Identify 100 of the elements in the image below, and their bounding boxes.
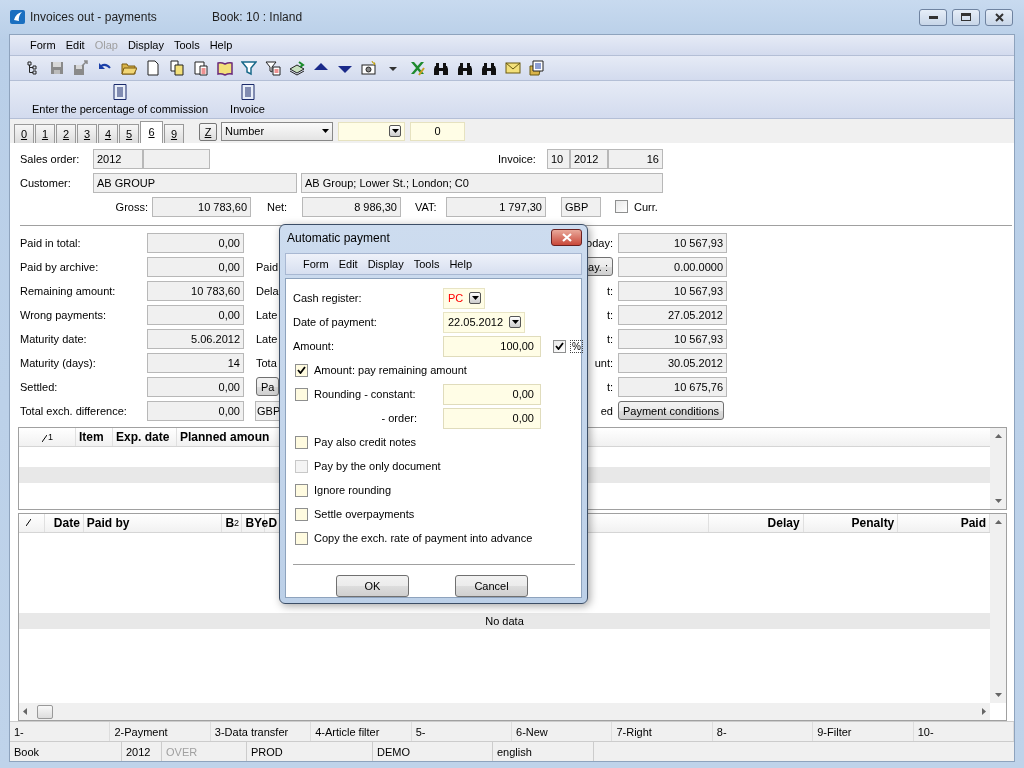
tab[interactable]: 5 [119, 123, 139, 143]
address-field[interactable]: AB Group; Lower St.; London; C0 [301, 172, 663, 193]
spreadsheet-icon[interactable] [409, 59, 425, 76]
checkbox[interactable] [615, 200, 628, 214]
value-field[interactable]: 0,00 [147, 232, 244, 253]
column-header[interactable]: Paid [960, 515, 986, 530]
close-button[interactable] [985, 8, 1013, 26]
currency-field[interactable]: GBP [561, 196, 601, 217]
arrow-down-icon[interactable] [994, 693, 1002, 698]
tab[interactable]: 2 [56, 123, 76, 143]
filter-icon[interactable] [241, 59, 257, 76]
sales-order-field[interactable]: 2012 [93, 148, 143, 169]
menu-item[interactable]: Display [362, 258, 409, 270]
checkbox[interactable] [553, 339, 566, 353]
filter-list-icon[interactable] [265, 59, 281, 76]
dialog-button[interactable]: OK [336, 575, 409, 597]
value-field[interactable]: 0,00 [147, 400, 244, 421]
save-icon[interactable] [49, 59, 65, 76]
value-field[interactable]: 10 675,76 [618, 376, 727, 397]
checkbox[interactable] [295, 507, 308, 521]
menu-item[interactable]: Tools [168, 38, 205, 51]
column-header[interactable]: B [225, 515, 235, 530]
sales-order-field[interactable] [143, 148, 210, 169]
column-header[interactable]: Penalty [851, 515, 895, 530]
menu-item[interactable]: Form [25, 38, 61, 51]
arrow-left-icon[interactable] [23, 708, 27, 716]
horizontal-scrollbar[interactable] [19, 703, 990, 721]
book-icon[interactable] [217, 59, 233, 76]
notepad-icon[interactable] [529, 59, 545, 76]
value-field[interactable]: 0,00 [443, 383, 541, 405]
tab[interactable]: 6 [140, 120, 163, 143]
value-field[interactable]: 10 567,93 [618, 232, 727, 253]
arrow-up-icon[interactable] [994, 433, 1002, 438]
dropdown-button[interactable] [469, 292, 482, 304]
filter-combo[interactable] [338, 121, 405, 141]
checkbox[interactable] [295, 435, 308, 449]
arrow-up-icon[interactable] [994, 519, 1002, 524]
column-header[interactable]: Date [53, 515, 80, 530]
arrow-down-icon[interactable] [994, 498, 1002, 503]
envelope-icon[interactable] [505, 59, 521, 76]
amount-field[interactable]: 10 783,60 [152, 196, 251, 217]
dropdown-button[interactable] [389, 125, 401, 138]
arrow-right-icon[interactable] [982, 708, 986, 716]
tab[interactable]: 1 [35, 123, 55, 143]
value-field[interactable]: 10 567,93 [618, 328, 727, 349]
scrollbar[interactable] [990, 427, 1006, 509]
value-field[interactable]: 5.06.2012 [147, 328, 244, 349]
menu-item[interactable]: Edit [333, 258, 363, 270]
z-button[interactable]: Z [199, 122, 217, 141]
invoice-field[interactable]: 10 [547, 148, 570, 169]
value-field[interactable]: 0,00 [147, 376, 244, 397]
document-icon[interactable] [145, 59, 161, 76]
close-button[interactable] [551, 229, 582, 246]
dropdown-button[interactable] [509, 316, 522, 328]
count-field[interactable]: 0 [410, 121, 465, 141]
menu-item[interactable]: Help [444, 258, 478, 270]
command-button[interactable]: Enter the percentage of commission [26, 82, 215, 118]
tab[interactable]: 0 [14, 123, 34, 143]
invoice-field[interactable]: 2012 [570, 148, 608, 169]
column-header[interactable]: Planned amoun [180, 429, 270, 444]
checkbox[interactable] [295, 363, 308, 377]
payment-conditions-button[interactable]: Payment conditions [618, 401, 724, 421]
column-header[interactable]: Paid by [86, 515, 130, 530]
column-header[interactable]: BYe [245, 515, 269, 530]
menu-item[interactable]: Edit [60, 38, 90, 51]
value-field[interactable]: 0,00 [443, 407, 541, 429]
value-field[interactable]: 14 [147, 352, 244, 373]
sort-indicator[interactable]: 1 [42, 431, 53, 442]
value-field[interactable]: 0,00 [147, 304, 244, 325]
column-header[interactable]: Exp. date [116, 429, 170, 444]
maximize-button[interactable] [952, 8, 980, 26]
value-field[interactable]: 30.05.2012 [618, 352, 727, 373]
column-header[interactable]: D [268, 515, 278, 530]
amount-field[interactable]: 1 797,30 [446, 196, 546, 217]
column-header[interactable]: Delay [767, 515, 800, 530]
menu-item[interactable]: Display [122, 38, 169, 51]
amount-value[interactable]: 100,00 [500, 340, 534, 352]
tab[interactable]: 4 [98, 123, 118, 143]
checkbox[interactable] [295, 531, 308, 545]
sort-indicator[interactable] [26, 519, 31, 527]
percent-toggle[interactable]: % [570, 339, 583, 353]
invoice-field[interactable]: 16 [608, 148, 663, 169]
action-button[interactable]: Pa [256, 377, 280, 397]
menu-item[interactable]: Tools [408, 258, 445, 270]
tab[interactable]: 3 [77, 123, 97, 143]
checkbox[interactable] [295, 387, 308, 401]
command-button[interactable]: Invoice [224, 82, 271, 118]
copy-icon[interactable] [169, 59, 185, 76]
sort-dropdown[interactable]: Number [221, 121, 333, 141]
minimize-button[interactable] [919, 8, 947, 26]
scrollbar[interactable] [990, 513, 1006, 704]
banknotes-icon[interactable] [289, 59, 305, 76]
menu-item[interactable]: Help [204, 38, 238, 51]
tab[interactable]: 9 [164, 123, 184, 143]
amount-field[interactable]: 8 986,30 [302, 196, 401, 217]
value-field[interactable]: 27.05.2012 [618, 304, 727, 325]
column-header[interactable]: Item [79, 429, 104, 444]
value-field[interactable]: 0.00.0000 [618, 256, 727, 277]
checkbox[interactable] [295, 483, 308, 497]
value-field[interactable]: 10 567,93 [618, 280, 727, 301]
